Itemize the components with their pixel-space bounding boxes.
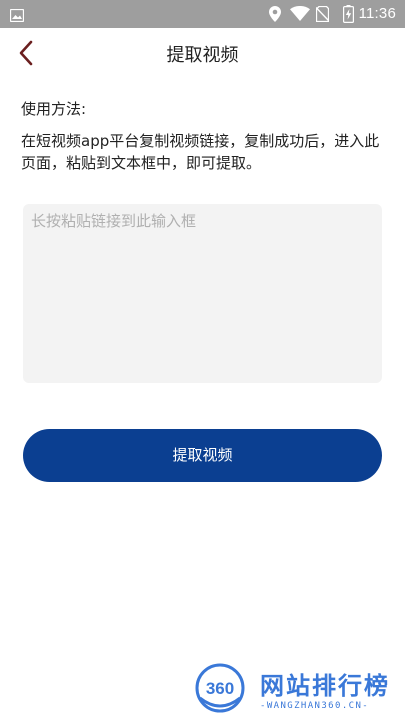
watermark-logo: 360 xyxy=(194,662,246,714)
watermark-subtitle: -WANGZHAN360.CN- xyxy=(260,701,370,711)
location-icon xyxy=(269,6,281,26)
watermark-title: 网站排行榜 xyxy=(260,672,390,700)
watermark: 360 网站排行榜 -WANGZHAN360.CN- xyxy=(190,660,405,720)
wifi-icon xyxy=(290,5,310,25)
instructions-label: 使用方法: xyxy=(21,100,87,118)
header: 提取视频 xyxy=(0,28,405,78)
status-time: 11:36 xyxy=(358,5,396,22)
status-bar: 11:36 xyxy=(0,0,405,28)
no-sim-icon xyxy=(315,5,330,26)
page-title: 提取视频 xyxy=(166,45,239,66)
image-icon xyxy=(9,7,25,23)
extract-video-button[interactable]: 提取视频 xyxy=(23,429,382,482)
battery-charging-icon xyxy=(343,5,355,27)
watermark-logo-number: 360 xyxy=(206,679,234,698)
link-input[interactable] xyxy=(23,204,382,383)
instructions-text: 在短视频app平台复制视频链接，复制成功后，进入此页面，粘贴到文本框中，即可提取… xyxy=(21,132,380,172)
